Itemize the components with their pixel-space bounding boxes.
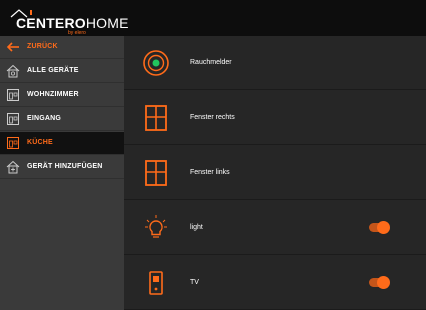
sidebar-item-kueche[interactable]: KÜCHE: [0, 132, 124, 155]
device-label: Rauchmelder: [190, 59, 232, 66]
sidebar-item-label: ALLE GERÄTE: [27, 67, 79, 74]
room-icon: [7, 89, 19, 101]
lightbulb-icon: [145, 215, 167, 238]
sidebar: ZURÜCK ALLE GERÄTE WOHNZIMMER EINGANG KÜ…: [0, 36, 124, 310]
device-row-window-right[interactable]: Fenster rechts: [124, 91, 426, 145]
house-plus-icon: [6, 160, 20, 174]
room-icon: [7, 137, 19, 149]
device-label: Fenster rechts: [190, 114, 235, 121]
device-label: light: [190, 224, 203, 231]
window-icon: [145, 105, 167, 131]
sidebar-item-label: WOHNZIMMER: [27, 91, 79, 98]
sidebar-item-back[interactable]: ZURÜCK: [0, 36, 124, 59]
device-row-smoke-detector[interactable]: Rauchmelder: [124, 36, 426, 90]
device-label: TV: [190, 279, 199, 286]
smoke-detector-icon: [143, 50, 169, 76]
tv-toggle[interactable]: [369, 276, 390, 289]
device-label: Fenster links: [190, 169, 230, 176]
arrow-left-icon: [6, 42, 19, 52]
sidebar-item-add-device[interactable]: GERÄT HINZUFÜGEN: [0, 156, 124, 179]
sidebar-item-label: GERÄT HINZUFÜGEN: [27, 163, 103, 170]
light-toggle[interactable]: [369, 221, 390, 234]
window-icon: [145, 160, 167, 186]
sidebar-item-label: EINGANG: [27, 115, 62, 122]
device-list: Rauchmelder Fenster rechts Fenster links…: [124, 36, 426, 310]
sidebar-item-label: KÜCHE: [27, 139, 53, 146]
sidebar-item-wohnzimmer[interactable]: WOHNZIMMER: [0, 84, 124, 107]
device-row-light[interactable]: light: [124, 201, 426, 255]
tv-switch-icon: [149, 271, 163, 295]
toggle-knob: [377, 221, 390, 234]
device-row-window-left[interactable]: Fenster links: [124, 146, 426, 200]
device-row-tv[interactable]: TV: [124, 256, 426, 310]
house-plug-icon: [6, 64, 20, 78]
centero-home-logo: CENTEROHOME by elero: [8, 6, 128, 36]
top-bar: CENTEROHOME by elero: [0, 0, 426, 36]
sidebar-item-eingang[interactable]: EINGANG: [0, 108, 124, 131]
sidebar-item-all-devices[interactable]: ALLE GERÄTE: [0, 60, 124, 83]
toggle-knob: [377, 276, 390, 289]
logo-wordmark: CENTEROHOME: [16, 15, 129, 31]
room-icon: [7, 113, 19, 125]
sidebar-item-label: ZURÜCK: [27, 43, 58, 50]
